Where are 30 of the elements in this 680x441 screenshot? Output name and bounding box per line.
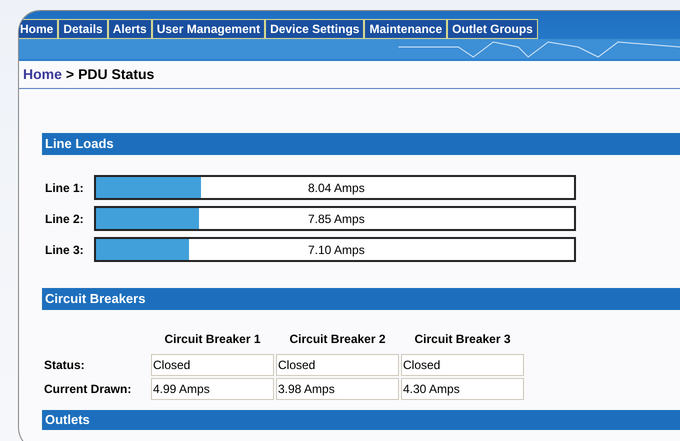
nav-tab[interactable]: User Management [152, 19, 266, 39]
nav-tab[interactable]: Device Settings [265, 19, 364, 39]
row-label: Status: [44, 357, 86, 374]
column-header: Circuit Breaker 2 [288, 331, 387, 348]
column-header: Circuit Breaker 3 [413, 331, 512, 348]
line-label: Line 3: [45, 242, 85, 258]
section-header: Outlets [42, 410, 680, 430]
breadcrumb-separator: > [66, 65, 74, 84]
line-label: Line 1: [45, 180, 85, 196]
load-reading: 7.10 Amps [308, 242, 365, 259]
breadcrumb-home-link[interactable]: Home [23, 64, 62, 85]
nav-tab[interactable]: Details [58, 19, 108, 39]
nav-tab[interactable]: Alerts [108, 19, 152, 39]
table-cell: Closed [151, 354, 274, 376]
section-header: Line Loads [42, 133, 680, 155]
load-reading: 7.85 Amps [308, 211, 365, 228]
line-label: Line 2: [45, 210, 85, 228]
row-label: Current Drawn: [44, 381, 132, 398]
breadcrumb-current: PDU Status [78, 65, 154, 84]
nav-tab[interactable]: Home [19, 19, 58, 39]
table-cell: 4.99 Amps [151, 378, 274, 400]
table-cell: 3.98 Amps [276, 378, 399, 400]
section-header: Circuit Breakers [42, 288, 680, 310]
column-header: Circuit Breaker 1 [163, 331, 262, 348]
nav-tab[interactable]: Outlet Groups [447, 19, 538, 39]
table-cell: Closed [401, 354, 524, 376]
table-cell: 4.30 Amps [401, 378, 524, 400]
table-cell: Closed [276, 354, 399, 376]
nav-tab[interactable]: Maintenance [364, 19, 448, 39]
load-reading: 8.04 Amps [308, 180, 365, 197]
